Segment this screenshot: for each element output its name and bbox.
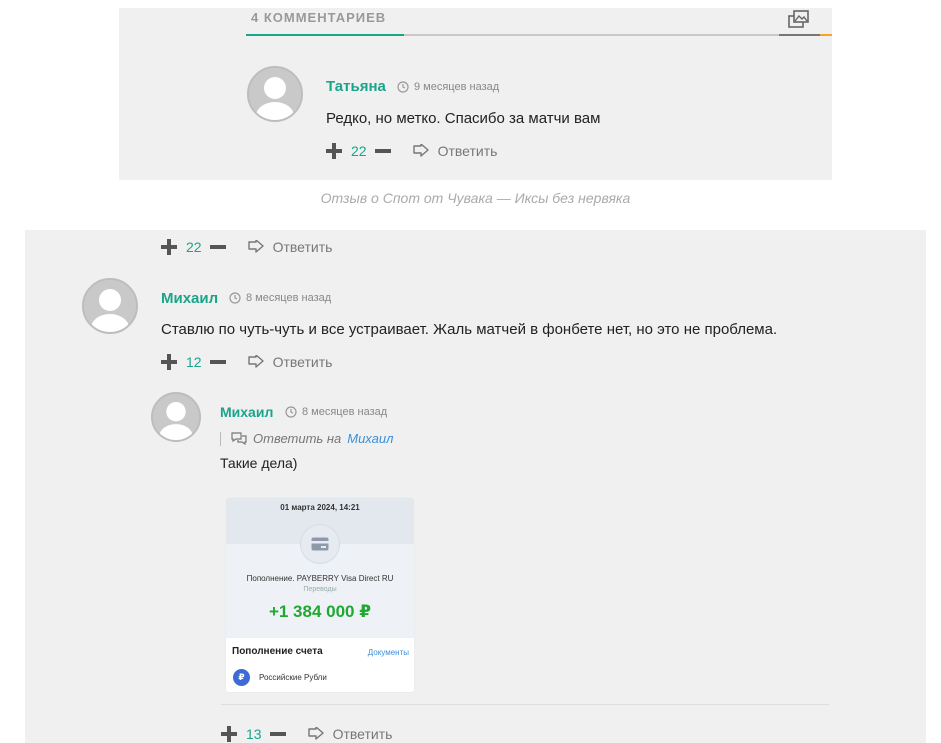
user-silhouette-icon [249,68,301,120]
reply-button[interactable]: Ответить [247,354,333,370]
comment-text: Редко, но метко. Спасибо за матчи вам [326,110,601,127]
receipt-documents-link: Документы [367,648,409,657]
card-icon [311,537,329,551]
downvote-button[interactable] [374,149,391,153]
avatar[interactable] [151,392,201,442]
vote-count: 13 [246,726,262,742]
comment-time-text: 9 месяцев назад [414,81,500,93]
vote-count: 22 [351,143,367,159]
reply-to-line: Ответить на Михаил [220,431,393,446]
reply-arrow-icon [307,727,324,740]
comment-author[interactable]: Татьяна [326,78,386,95]
gallery-icon [788,10,809,28]
comment-author[interactable]: Михаил [161,290,218,307]
reply-time: 8 месяцев назад [285,406,387,418]
comment-time: 8 месяцев назад [229,292,331,304]
reply-button[interactable]: Ответить [307,726,393,742]
clock-icon [229,292,241,304]
receipt-card-badge [300,524,340,564]
clock-icon [397,81,409,93]
reply-label: Ответить [437,143,498,159]
gallery-tab[interactable] [779,6,820,36]
reply-arrow-icon [247,355,264,368]
comment-time: 9 месяцев назад [397,81,499,93]
comments-count-title: 4 КОММЕНТАРИЕВ [251,10,387,25]
receipt-amount: +1 384 000 ₽ [268,602,372,621]
reply-label: Ответить [272,354,333,370]
user-silhouette-icon [84,280,136,332]
reply-label: Ответить [332,726,393,742]
comment-text: Ставлю по чуть-чуть и все устраивает. Жа… [161,321,778,338]
payment-screenshot-image[interactable]: 01 марта 2024, 14:21 Пополнение. PAYBERR… [226,498,414,692]
receipt-section-title: Пополнение счета [232,646,323,657]
tab-accent-line [820,34,832,36]
receipt-description: Пополнение. PAYBERRY Visa Direct RU [246,574,394,583]
upvote-button[interactable] [326,143,342,159]
ruble-icon: ₽ [233,669,250,686]
receipt-category: Переводы [303,586,337,593]
vote-count: 12 [186,354,202,370]
downvote-button[interactable] [209,245,226,249]
previous-comment-votes: 22 Ответить [161,237,332,257]
chat-bubbles-icon [231,432,247,445]
comments-tabbar: 4 КОММЕНТАРИЕВ [246,8,832,36]
reply-to-link[interactable]: Михаил [347,431,393,446]
user-silhouette-icon [153,394,199,440]
comment-time-text: 8 месяцев назад [246,292,332,304]
receipt-date: 01 марта 2024, 14:21 [280,503,360,512]
avatar[interactable] [82,278,138,334]
reply-button[interactable]: Ответить [412,143,498,159]
reply-time-text: 8 месяцев назад [302,406,388,418]
downvote-button[interactable] [209,360,226,364]
reply-label: Ответить [272,239,333,255]
receipt-currency: Российские Рубли [259,673,327,682]
image-caption: Отзыв о Спот от Чувака — Иксы без нервяк… [320,190,631,206]
reply-to-label: Ответить на [253,431,342,446]
clock-icon [285,406,297,418]
reply-divider [221,704,829,705]
vote-count: 22 [186,239,202,255]
reply-arrow-icon [412,144,429,157]
active-tab-underline [246,34,404,36]
reply-votes: 13 Ответить [221,724,392,743]
reply-button[interactable]: Ответить [247,239,333,255]
upvote-button[interactable] [161,354,177,370]
upvote-button[interactable] [161,239,177,255]
downvote-button[interactable] [269,732,286,736]
upvote-button[interactable] [221,726,237,742]
avatar[interactable] [247,66,303,122]
comment-votes: 12 Ответить [161,352,332,372]
reply-text: Такие дела) [220,455,298,471]
reply-author[interactable]: Михаил [220,404,273,420]
reply-arrow-icon [247,240,264,253]
reply-to-divider [220,431,221,446]
comment-votes: 22 Ответить [326,141,497,161]
